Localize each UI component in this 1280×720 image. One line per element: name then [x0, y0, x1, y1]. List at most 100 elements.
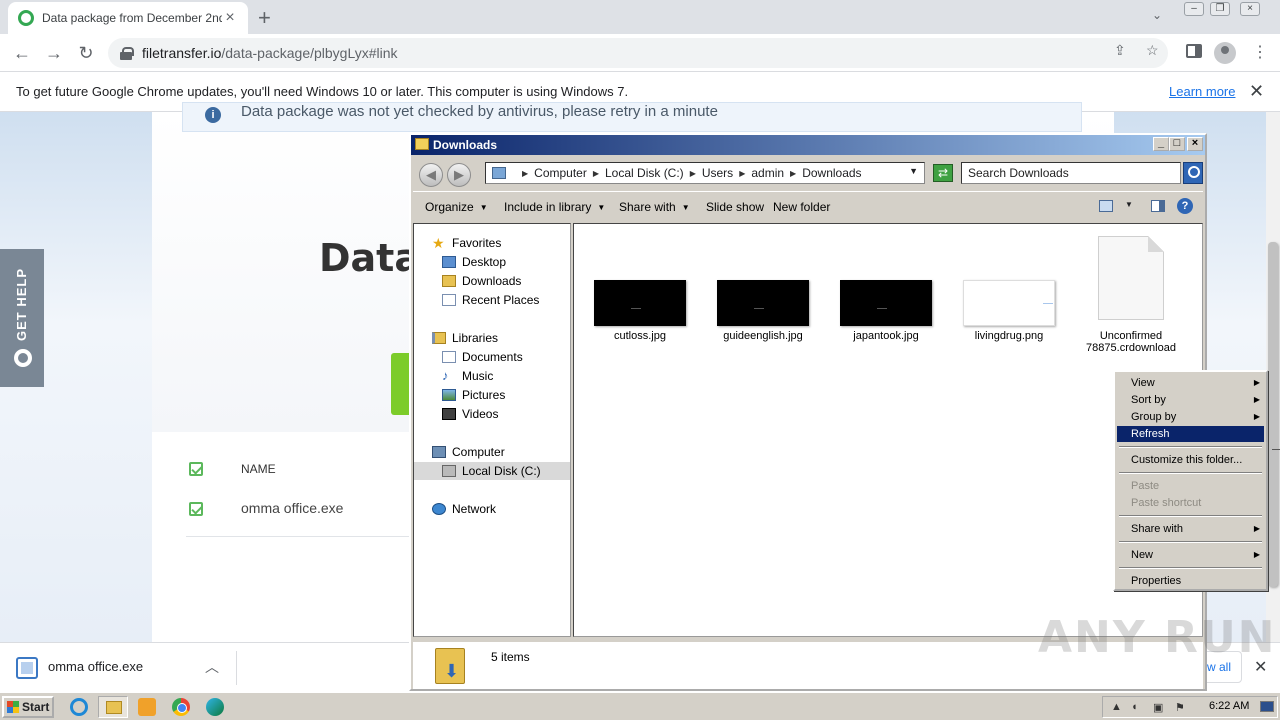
nav-libraries[interactable]: Libraries — [432, 329, 498, 347]
bookmark-star-icon[interactable]: ☆ — [1146, 42, 1159, 59]
image-thumbnail[interactable] — [840, 280, 932, 326]
nav-music[interactable]: ♪ Music — [442, 367, 493, 385]
minimize-button[interactable]: _ — [1153, 137, 1169, 151]
media-player-icon[interactable] — [138, 698, 156, 716]
organize-button[interactable]: Organize ▼ — [425, 200, 488, 214]
nav-downloads[interactable]: Downloads — [442, 272, 521, 290]
address-bar[interactable]: filetransfer.io/data-package/plbygLyx#li… — [108, 38, 1168, 68]
menu-item-view[interactable]: View ▶ — [1117, 375, 1264, 391]
menu-item-properties[interactable]: Properties — [1117, 573, 1264, 589]
clock[interactable]: 6:22 AM — [1209, 700, 1249, 712]
restore-window-button[interactable]: ❐ — [1210, 2, 1230, 16]
windows-explorer-icon[interactable] — [98, 696, 128, 718]
file-name[interactable]: livingdrug.png — [949, 330, 1069, 342]
image-thumbnail[interactable] — [717, 280, 809, 326]
breadcrumb-admin[interactable]: admin — [751, 166, 784, 180]
new-folder-button[interactable]: New folder — [773, 200, 830, 214]
menu-item-refresh[interactable]: Refresh — [1117, 426, 1264, 442]
internet-explorer-icon[interactable] — [70, 698, 88, 716]
breadcrumb-local-disk[interactable]: Local Disk (C:) — [605, 166, 684, 180]
lock-icon[interactable] — [120, 47, 134, 60]
breadcrumb-arrow-icon[interactable]: ▶ — [739, 169, 745, 178]
search-input[interactable]: Search Downloads — [961, 162, 1181, 184]
file-name[interactable]: Unconfirmed 78875.crdownload — [1071, 330, 1191, 354]
menu-item-group-by[interactable]: Group by ▶ — [1117, 409, 1264, 425]
history-dropdown-icon[interactable]: ▼ — [909, 166, 918, 176]
file-row-name[interactable]: omma office.exe — [241, 500, 343, 516]
action-center-flag-icon[interactable]: ⚑ — [1175, 701, 1187, 714]
nav-videos[interactable]: Videos — [442, 405, 498, 423]
nav-recent-places[interactable]: Recent Places — [442, 291, 539, 309]
back-arrow-icon[interactable]: ← — [10, 41, 34, 65]
image-thumbnail[interactable] — [594, 280, 686, 326]
start-button[interactable]: Start — [2, 696, 54, 718]
profile-avatar[interactable] — [1214, 42, 1236, 64]
nav-pictures[interactable]: Pictures — [442, 386, 505, 404]
network-icon[interactable]: ▣ — [1153, 701, 1165, 714]
new-tab-button[interactable]: + — [258, 5, 271, 31]
view-options-dropdown-icon[interactable]: ▼ — [1125, 200, 1133, 209]
share-with-button[interactable]: Share with ▼ — [619, 200, 690, 214]
minimize-window-button[interactable]: – — [1184, 2, 1204, 16]
menu-item-sort-by[interactable]: Sort by ▶ — [1117, 392, 1264, 408]
tray-expand-icon[interactable]: ▲ — [1111, 701, 1123, 713]
get-help-tab[interactable]: GET HELP — [0, 249, 44, 387]
file-name[interactable]: guideenglish.jpg — [703, 330, 823, 342]
volume-icon[interactable]: ◖ — [1131, 701, 1143, 713]
menu-item-paste-shortcut[interactable]: Paste shortcut — [1117, 495, 1264, 511]
tab-search-chevron-icon[interactable]: ⌄ — [1152, 8, 1162, 22]
close-button[interactable]: × — [1187, 137, 1203, 151]
reload-icon[interactable]: ↻ — [74, 41, 98, 65]
edge-icon[interactable] — [206, 698, 224, 716]
menu-item-share-with[interactable]: Share with ▶ — [1117, 521, 1264, 537]
scrollbar-thumb[interactable] — [1268, 242, 1280, 587]
change-view-icon[interactable] — [1099, 200, 1113, 212]
forward-arrow-icon[interactable]: → — [42, 41, 66, 65]
show-desktop-icon[interactable] — [1260, 701, 1274, 712]
menu-item-new[interactable]: New ▶ — [1117, 547, 1264, 563]
breadcrumb[interactable]: ▶ Computer ▶ Local Disk (C:) ▶ Users ▶ a… — [485, 162, 925, 184]
file-name[interactable]: japantook.jpg — [826, 330, 946, 342]
forward-arrow-icon[interactable]: ▶ — [447, 163, 471, 187]
breadcrumb-downloads[interactable]: Downloads — [802, 166, 861, 180]
menu-item-customize-folder[interactable]: Customize this folder... — [1117, 452, 1264, 468]
breadcrumb-users[interactable]: Users — [702, 166, 733, 180]
chrome-icon[interactable] — [172, 698, 190, 716]
browser-tab[interactable]: Data package from December 2nd. × — [8, 2, 248, 34]
file-view-pane[interactable]: cutloss.jpg guideenglish.jpg japantook.j… — [573, 223, 1203, 637]
download-button[interactable] — [391, 353, 409, 415]
generic-file-icon[interactable] — [1098, 236, 1164, 320]
search-icon[interactable] — [1183, 162, 1203, 184]
file-row-checkbox[interactable] — [189, 502, 203, 516]
browser-menu-icon[interactable]: ⋮ — [1252, 42, 1268, 62]
refresh-icon[interactable]: ⇄ — [933, 164, 953, 182]
chevron-up-icon[interactable]: ︿ — [205, 657, 219, 677]
select-all-checkbox[interactable] — [189, 462, 203, 476]
breadcrumb-arrow-icon[interactable]: ▶ — [690, 169, 696, 178]
nav-documents[interactable]: Documents — [442, 348, 523, 366]
include-in-library-button[interactable]: Include in library ▼ — [504, 200, 605, 214]
close-infobar-icon[interactable]: ✕ — [1249, 81, 1264, 102]
nav-computer[interactable]: Computer — [432, 443, 505, 461]
side-panel-icon[interactable] — [1186, 44, 1202, 58]
nav-desktop[interactable]: Desktop — [442, 253, 506, 271]
preview-pane-icon[interactable] — [1151, 200, 1165, 212]
nav-network[interactable]: Network — [432, 500, 496, 518]
page-scrollbar[interactable] — [1266, 112, 1280, 642]
breadcrumb-computer[interactable]: Computer — [534, 166, 587, 180]
back-arrow-icon[interactable]: ◀ — [419, 163, 443, 187]
learn-more-link[interactable]: Learn more — [1169, 84, 1235, 99]
share-icon[interactable]: ⇪ — [1114, 42, 1126, 59]
close-window-button[interactable]: × — [1240, 2, 1260, 16]
breadcrumb-arrow-icon[interactable]: ▶ — [593, 169, 599, 178]
image-thumbnail[interactable] — [963, 280, 1055, 326]
help-icon[interactable]: ? — [1177, 198, 1193, 214]
close-tab-icon[interactable]: × — [222, 9, 238, 27]
breadcrumb-arrow-icon[interactable]: ▶ — [790, 169, 796, 178]
menu-item-paste[interactable]: Paste — [1117, 478, 1264, 494]
nav-local-disk[interactable]: Local Disk (C:) — [414, 462, 570, 480]
maximize-button[interactable]: □ — [1169, 137, 1185, 151]
download-item-name[interactable]: omma office.exe — [48, 659, 143, 674]
explorer-title-bar[interactable]: Downloads _ □ × — [411, 135, 1205, 155]
slide-show-button[interactable]: Slide show — [706, 200, 764, 214]
